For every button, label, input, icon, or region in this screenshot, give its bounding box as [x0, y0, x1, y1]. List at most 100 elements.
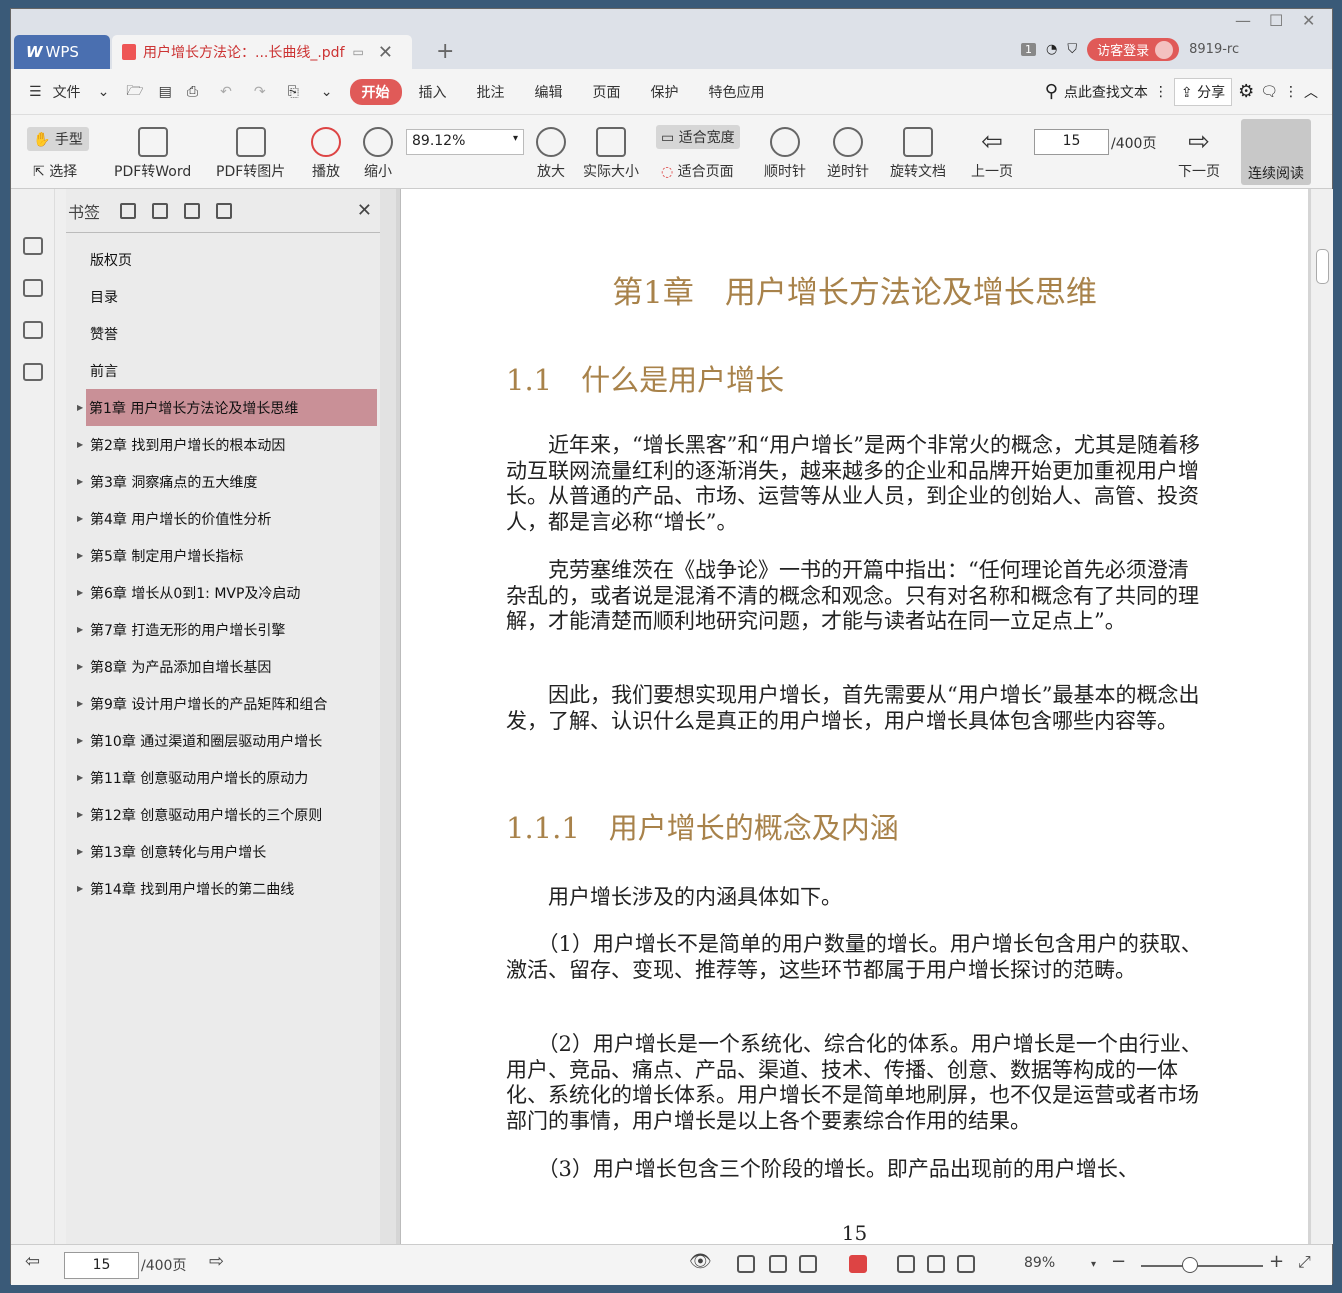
bookmark-item[interactable]: ▶ 第9章 设计用户增长的产品矩阵和组合: [66, 685, 380, 722]
document-tab[interactable]: 用户增长方法论：...长曲线_.pdf ▭ ✕: [112, 35, 412, 69]
zoom-input[interactable]: 89.12% ▾: [406, 129, 524, 155]
expand-arrow-icon[interactable]: ▶: [77, 773, 83, 782]
search-icon[interactable]: ⚲: [1045, 81, 1058, 102]
thumbnail-panel-icon[interactable]: [22, 279, 43, 297]
actual-size-icon[interactable]: [897, 1255, 915, 1273]
redo-icon[interactable]: ↷: [243, 84, 277, 100]
login-button[interactable]: 访客登录: [1087, 38, 1180, 61]
more-vertical-icon[interactable]: ⋮: [1284, 84, 1298, 100]
pdf-to-image-button[interactable]: PDF转图片: [216, 127, 285, 181]
bookmark-item[interactable]: ▶ 第11章 创意驱动用户增长的原动力: [66, 759, 380, 796]
bookmark-options-icon[interactable]: [216, 202, 233, 219]
zoom-slider-knob[interactable]: [1182, 1257, 1198, 1273]
continuous-read-button[interactable]: 连续阅读: [1241, 119, 1311, 185]
more-chevron-icon[interactable]: ⌄: [310, 84, 344, 100]
expand-arrow-icon[interactable]: ▶: [77, 736, 83, 745]
wps-home-tab[interactable]: W WPS: [14, 35, 110, 69]
window-count-badge[interactable]: 1: [1021, 43, 1036, 56]
bookmark-item[interactable]: ▶ 第8章 为产品添加自增长基因: [66, 648, 380, 685]
bookmark-item[interactable]: ▶ 第10章 通过渠道和圈层驱动用户增长: [66, 722, 380, 759]
prev-page-button[interactable]: ⇦ 上一页: [971, 127, 1013, 181]
panel-splitter[interactable]: [380, 189, 396, 1244]
share-button[interactable]: ⇪ 分享: [1173, 77, 1233, 106]
play-icon[interactable]: [849, 1255, 867, 1273]
save-icon[interactable]: ▤: [155, 84, 176, 100]
rotate-cw-button[interactable]: 顺时针: [764, 127, 806, 181]
undo-icon[interactable]: ↶: [209, 84, 243, 100]
expand-arrow-icon[interactable]: ▶: [77, 588, 83, 597]
bookmark-panel-icon[interactable]: [22, 237, 43, 255]
settings-icon[interactable]: ⚙: [1238, 81, 1254, 102]
zoom-dropdown-icon[interactable]: ▾: [513, 133, 518, 144]
rotate-document-button[interactable]: 旋转文档: [890, 127, 946, 181]
annotation-panel-icon[interactable]: [22, 321, 43, 339]
tab-special[interactable]: 特色应用: [690, 82, 784, 102]
export-icon[interactable]: ⎘: [277, 84, 310, 100]
tab-edit[interactable]: 编辑: [524, 82, 574, 102]
tab-start[interactable]: 开始: [349, 78, 402, 105]
bookmark-item[interactable]: 前言: [66, 352, 380, 389]
eye-icon[interactable]: 👁: [689, 1251, 712, 1272]
zoom-in-button[interactable]: 放大: [536, 127, 566, 181]
open-icon[interactable]: 🗁: [115, 80, 154, 104]
more-icon[interactable]: ⋮: [1154, 84, 1168, 100]
zoom-out-button[interactable]: 缩小: [363, 127, 393, 181]
hamburger-icon[interactable]: ☰: [11, 84, 53, 100]
bookmark-item[interactable]: ▶ 第4章 用户增长的价值性分析: [66, 500, 380, 537]
bookmark-item[interactable]: 赞誉: [66, 315, 380, 352]
next-page-icon[interactable]: ⇨: [209, 1251, 224, 1272]
bookmark-item[interactable]: ▶ 第6章 增长从0到1: MVP及冷启动: [66, 574, 380, 611]
close-window-button[interactable]: ✕: [1302, 11, 1315, 30]
expand-all-icon[interactable]: [120, 202, 137, 219]
expand-arrow-icon[interactable]: ▶: [77, 699, 83, 708]
single-page-icon[interactable]: [769, 1255, 787, 1273]
select-tool-button[interactable]: ⇱ 选择: [33, 161, 77, 181]
add-bookmark-icon[interactable]: [184, 202, 201, 219]
expand-arrow-icon[interactable]: ▶: [77, 662, 83, 671]
comment-icon[interactable]: 🗨: [1260, 84, 1278, 100]
page-number-input[interactable]: 15: [1034, 129, 1109, 155]
tab-annotate[interactable]: 批注: [458, 82, 524, 102]
fullscreen-icon[interactable]: ⤢: [1298, 1252, 1311, 1272]
expand-arrow-icon[interactable]: ▶: [77, 477, 83, 486]
zoom-dropdown-icon[interactable]: ▾: [1091, 1259, 1096, 1270]
bookmark-item[interactable]: 目录: [66, 278, 380, 315]
hand-tool-button[interactable]: ✋ 手型: [27, 127, 89, 151]
next-page-button[interactable]: ⇨ 下一页: [1178, 127, 1220, 181]
bookmark-item[interactable]: ▶ 第13章 创意转化与用户增长: [66, 833, 380, 870]
shirt-icon[interactable]: ⛉: [1067, 42, 1077, 57]
tab-page[interactable]: 页面: [574, 82, 640, 102]
bookmark-item[interactable]: ▶ 第14章 找到用户增长的第二曲线: [66, 870, 380, 907]
zoom-in-icon[interactable]: +: [1269, 1251, 1284, 1272]
close-panel-icon[interactable]: ✕: [357, 200, 372, 221]
tab-insert[interactable]: 插入: [408, 82, 458, 102]
bookmark-item[interactable]: ▶ 第12章 创意驱动用户增长的三个原则: [66, 796, 380, 833]
expand-arrow-icon[interactable]: ▶: [77, 403, 83, 412]
bookmark-item[interactable]: ▶ 第5章 制定用户增长指标: [66, 537, 380, 574]
single-page-continuous-icon[interactable]: [737, 1255, 755, 1273]
expand-arrow-icon[interactable]: ▶: [77, 514, 83, 523]
minimize-button[interactable]: —: [1235, 11, 1251, 30]
close-tab-icon[interactable]: ✕: [378, 42, 393, 63]
vertical-scrollbar[interactable]: [1312, 189, 1333, 1244]
zoom-slider[interactable]: [1141, 1265, 1263, 1267]
search-text-button[interactable]: 点此查找文本: [1064, 82, 1148, 102]
expand-arrow-icon[interactable]: ▶: [77, 884, 83, 893]
fit-page-button[interactable]: ◌ 适合页面: [661, 161, 734, 181]
fit-page-icon[interactable]: [927, 1255, 945, 1273]
bookmark-item[interactable]: ▶ 第2章 找到用户增长的根本动因: [66, 426, 380, 463]
file-menu[interactable]: 文件: [53, 82, 92, 102]
expand-arrow-icon[interactable]: ▶: [77, 625, 83, 634]
bookmark-item-selected[interactable]: ▶ 第1章 用户增长方法论及增长思维: [77, 389, 377, 426]
expand-arrow-icon[interactable]: ▶: [77, 810, 83, 819]
new-tab-button[interactable]: +: [436, 39, 454, 64]
bookmark-item[interactable]: ▶ 第3章 洞察痛点的五大维度: [66, 463, 380, 500]
skin-icon[interactable]: ◔: [1046, 42, 1057, 57]
zoom-percentage[interactable]: 89%: [1024, 1255, 1055, 1271]
collapse-icon[interactable]: ︿: [1304, 82, 1318, 102]
actual-size-button[interactable]: 实际大小: [583, 127, 639, 181]
expand-arrow-icon[interactable]: ▶: [77, 847, 83, 856]
bookmark-item[interactable]: ▶ 第7章 打造无形的用户增长引擎: [66, 611, 380, 648]
monitor-icon[interactable]: ▭: [353, 45, 364, 59]
expand-arrow-icon[interactable]: ▶: [77, 440, 83, 449]
